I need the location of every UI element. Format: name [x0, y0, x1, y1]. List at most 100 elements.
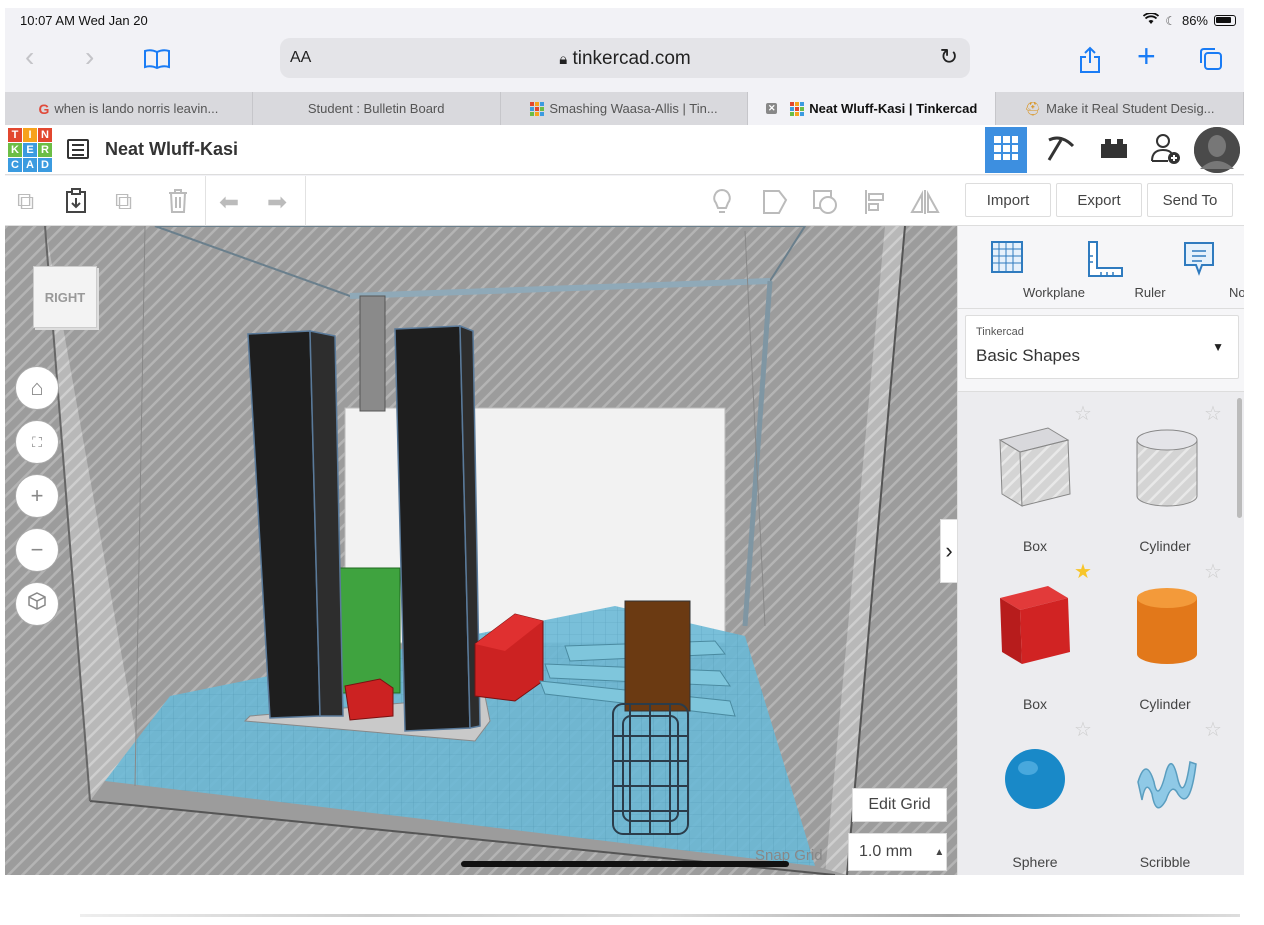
3d-workspace[interactable]: RIGHT ⌂ ⛶ + − › Edit Grid Snap Grid 1.0 …	[5, 226, 957, 875]
scene-render	[5, 226, 957, 875]
snap-grid-select[interactable]: 1.0 mm ▲	[848, 833, 947, 871]
zoom-in-button[interactable]: +	[15, 474, 59, 518]
red-box-icon	[1000, 586, 1070, 664]
cylinder-hole-icon	[1136, 429, 1198, 507]
shape-label: Box	[1022, 696, 1048, 712]
star-icon[interactable]: ☆	[1204, 562, 1222, 582]
shape-box-hole[interactable]: ☆ Box	[970, 404, 1100, 554]
shape-cylinder-solid[interactable]: ☆ Cylinder	[1100, 562, 1230, 712]
shape-cylinder-hole[interactable]: ☆ Cylinder	[1100, 404, 1230, 554]
browser-tabs: G when is lando norris leavin... Student…	[5, 92, 1244, 125]
ungroup-icon[interactable]	[811, 188, 839, 223]
library-name: Basic Shapes	[976, 346, 1080, 365]
tab-make-it-real[interactable]: ⛑︎ Make it Real Student Desig...	[996, 92, 1244, 125]
new-tab-icon[interactable]: +	[1137, 40, 1156, 72]
minus-icon: −	[30, 537, 44, 562]
group-icon[interactable]	[761, 188, 789, 223]
copy-icon[interactable]: ⧉	[17, 188, 34, 216]
lock-icon: 🔒︎	[559, 51, 568, 68]
bricks-view-button[interactable]	[1093, 127, 1135, 173]
tab-label: Student : Bulletin Board	[307, 101, 445, 116]
lightbulb-icon[interactable]	[711, 188, 733, 223]
star-icon[interactable]: ☆	[1204, 404, 1222, 424]
brick-icon	[1100, 137, 1128, 164]
logo-letter: K	[8, 143, 22, 157]
edit-grid-button[interactable]: Edit Grid	[852, 788, 947, 822]
tinkercad-icon	[790, 101, 805, 116]
logo-letter: A	[23, 158, 37, 172]
notes-label: Notes	[1229, 285, 1244, 300]
shape-scribble[interactable]: ☆ Scribble	[1100, 720, 1230, 870]
duplicate-icon[interactable]: ⧉	[115, 188, 132, 216]
invite-user-button[interactable]	[1145, 127, 1187, 173]
minecraft-view-button[interactable]	[1040, 127, 1082, 173]
sphere-icon	[1005, 749, 1065, 809]
add-user-icon	[1150, 131, 1182, 170]
ruler-tool[interactable]: Ruler	[1054, 226, 1166, 308]
undo-icon[interactable]: ⬅︎	[219, 188, 239, 217]
box-hole-icon	[998, 427, 1071, 507]
status-bar: 10:07 AM Wed Jan 20 ☾ 86%	[5, 8, 1244, 32]
view-cube[interactable]: RIGHT	[33, 266, 97, 328]
align-icon[interactable]	[863, 188, 887, 223]
edit-toolbar: ⧉ ⧉ ⬅︎ ➡︎	[5, 176, 955, 226]
logo-letter: R	[38, 143, 52, 157]
tab-google[interactable]: G when is lando norris leavin...	[5, 92, 253, 125]
browser-toolbar: ‹ › AA 🔒︎ tinkercad.com ↻ +	[5, 36, 1244, 82]
shape-box-solid[interactable]: ★ Box	[970, 562, 1100, 712]
workplane-tool[interactable]: Workplane	[958, 226, 1085, 308]
tab-label: Make it Real Student Desig...	[1046, 101, 1215, 116]
send-to-button[interactable]: Send To	[1147, 183, 1233, 217]
back-icon[interactable]: ‹	[25, 42, 34, 72]
import-button[interactable]: Import	[965, 183, 1051, 217]
tab-label: Smashing Waasa-Allis | Tin...	[549, 101, 718, 116]
home-view-button[interactable]: ⌂	[15, 366, 59, 410]
scrollbar[interactable]	[1237, 398, 1242, 518]
shape-sphere[interactable]: ☆ Sphere	[970, 720, 1100, 870]
tinkercad-header: T I N K E R C A D Neat Wluff-Kasi	[5, 125, 1244, 175]
caret-down-icon: ▼	[1212, 340, 1224, 354]
wifi-icon	[1143, 12, 1160, 28]
design-list-icon[interactable]	[67, 139, 89, 159]
reload-icon[interactable]: ↻	[940, 44, 958, 70]
mirror-icon[interactable]	[909, 188, 941, 223]
tab-neat-wluff-kasi[interactable]: ✕ Neat Wluff-Kasi | Tinkercad	[748, 92, 997, 125]
screen-edge-strip	[80, 914, 1240, 917]
shape-label: Cylinder	[1139, 538, 1191, 554]
bookmarks-icon[interactable]	[143, 46, 171, 76]
logo-letter: D	[38, 158, 52, 172]
tinkercad-icon	[530, 101, 545, 116]
star-icon[interactable]: ☆	[1204, 720, 1222, 740]
export-button[interactable]: Export	[1056, 183, 1142, 217]
redo-icon[interactable]: ➡︎	[267, 188, 287, 217]
notes-tool[interactable]: Notes	[1150, 226, 1244, 308]
avatar[interactable]	[1194, 127, 1240, 173]
fit-view-button[interactable]: ⛶	[15, 420, 59, 464]
shapes-panel: Workplane Ruler Notes Tinkercad Basic Sh…	[957, 226, 1244, 875]
perspective-button[interactable]	[15, 582, 59, 626]
shape-label: Box	[1022, 538, 1048, 554]
tabs-overview-icon[interactable]	[1198, 46, 1224, 78]
share-icon[interactable]	[1078, 46, 1102, 80]
battery-icon	[1214, 15, 1236, 26]
star-icon[interactable]: ☆	[1074, 720, 1092, 740]
forward-icon[interactable]: ›	[85, 42, 94, 72]
tab-label: when is lando norris leavin...	[54, 101, 219, 116]
logo-letter: C	[8, 158, 22, 172]
paste-icon[interactable]	[65, 188, 87, 221]
zoom-out-button[interactable]: −	[15, 528, 59, 572]
close-tab-icon[interactable]: ✕	[766, 103, 778, 114]
shape-library-select[interactable]: Tinkercad Basic Shapes ▼	[965, 315, 1239, 379]
url-display: 🔒︎ tinkercad.com	[280, 48, 970, 70]
tab-smashing-waasa-allis[interactable]: Smashing Waasa-Allis | Tin...	[501, 92, 749, 125]
3d-design-view-button[interactable]	[985, 127, 1027, 173]
project-name[interactable]: Neat Wluff-Kasi	[105, 139, 238, 160]
shape-label: Scribble	[1139, 854, 1191, 870]
collapse-panel-button[interactable]: ›	[940, 519, 957, 583]
tinkercad-logo[interactable]: T I N K E R C A D	[8, 128, 52, 172]
export-toolbar: Import Export Send To	[955, 176, 1244, 226]
pickaxe-icon	[1045, 132, 1077, 169]
delete-icon[interactable]	[167, 188, 189, 221]
tab-bulletin-board[interactable]: Student : Bulletin Board	[253, 92, 501, 125]
address-bar[interactable]: AA 🔒︎ tinkercad.com ↻	[280, 38, 970, 78]
